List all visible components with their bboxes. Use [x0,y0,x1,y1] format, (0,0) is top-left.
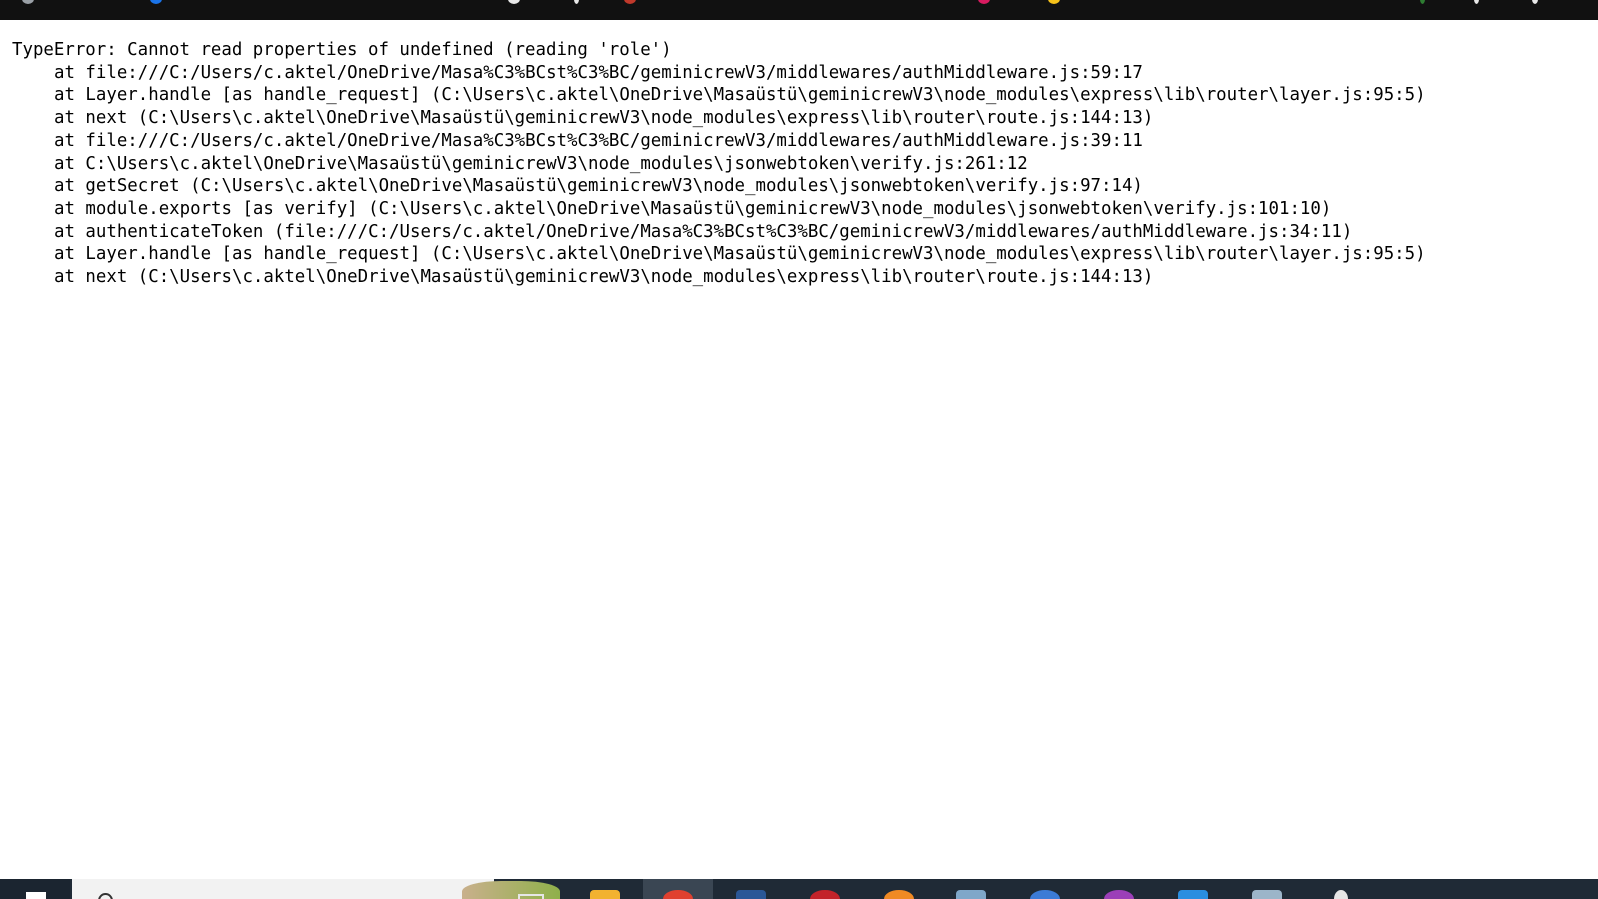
taskbar-app-red[interactable] [790,879,860,899]
window-control-icon[interactable] [1474,0,1479,4]
vscode-icon [1178,890,1208,899]
error-page: TypeError: Cannot read properties of und… [0,20,1598,879]
search-icon [98,893,113,899]
stack-frame: at C:\Users\c.aktel\OneDrive\Masaüstü\ge… [54,153,1028,174]
word-icon [736,890,766,899]
taskbar-app-firefox[interactable] [864,879,934,899]
taskbar-app-photos[interactable] [936,879,1006,899]
stack-frame: at next (C:\Users\c.aktel\OneDrive\Masaü… [54,108,1154,129]
search-highlight-image [462,881,560,899]
taskbar-app-settings[interactable] [1306,879,1376,899]
taskbar-app-blue-circle[interactable] [1010,879,1080,899]
blue-circle-icon [1030,890,1060,899]
notepad-icon [1252,890,1282,899]
error-message: TypeError: Cannot read properties of und… [12,40,672,60]
tab-icon[interactable] [150,0,162,4]
browser-top-bar [0,0,1598,20]
tab-icon[interactable] [508,0,520,4]
tab-icon[interactable] [624,0,636,4]
taskbar-app-file-explorer[interactable] [570,879,640,899]
purple-circle-icon [1104,890,1134,899]
windows-logo-icon [26,892,46,899]
taskbar [0,879,1598,899]
window-control-icon[interactable] [1532,0,1538,4]
red-app-icon [810,890,840,899]
task-view-button[interactable] [514,879,544,899]
firefox-icon [884,890,914,899]
tab-icon[interactable] [1420,0,1425,4]
taskbar-app-word[interactable] [716,879,786,899]
taskbar-app-chrome[interactable] [643,879,713,899]
taskbar-app-vscode[interactable] [1158,879,1228,899]
stack-trace: TypeError: Cannot read properties of und… [12,39,1426,289]
taskbar-app-purple-circle[interactable] [1084,879,1154,899]
stack-frame: at file:///C:/Users/c.aktel/OneDrive/Mas… [54,130,1143,151]
start-button[interactable] [0,879,70,899]
stack-frame: at authenticateToken (file:///C:/Users/c… [54,221,1353,242]
stack-frame: at next (C:\Users\c.aktel\OneDrive\Masaü… [54,267,1154,288]
file-explorer-icon [590,890,620,899]
stack-frame: at Layer.handle [as handle_request] (C:\… [54,244,1426,265]
stack-frame: at Layer.handle [as handle_request] (C:\… [54,85,1426,106]
settings-icon [1334,890,1348,899]
taskbar-search-box[interactable] [72,879,560,899]
tab-icon[interactable] [574,0,579,4]
stack-frame: at module.exports [as verify] (C:\Users\… [54,198,1332,219]
stack-frame: at file:///C:/Users/c.aktel/OneDrive/Mas… [54,62,1143,83]
task-view-icon [518,894,544,899]
tab-icon[interactable] [22,0,34,4]
chrome-icon [663,890,693,899]
photos-icon [956,890,986,899]
tab-icon[interactable] [978,0,990,4]
taskbar-app-notepad[interactable] [1232,879,1302,899]
stack-frame: at getSecret (C:\Users\c.aktel\OneDrive\… [54,176,1143,197]
tab-icon[interactable] [1048,0,1060,4]
